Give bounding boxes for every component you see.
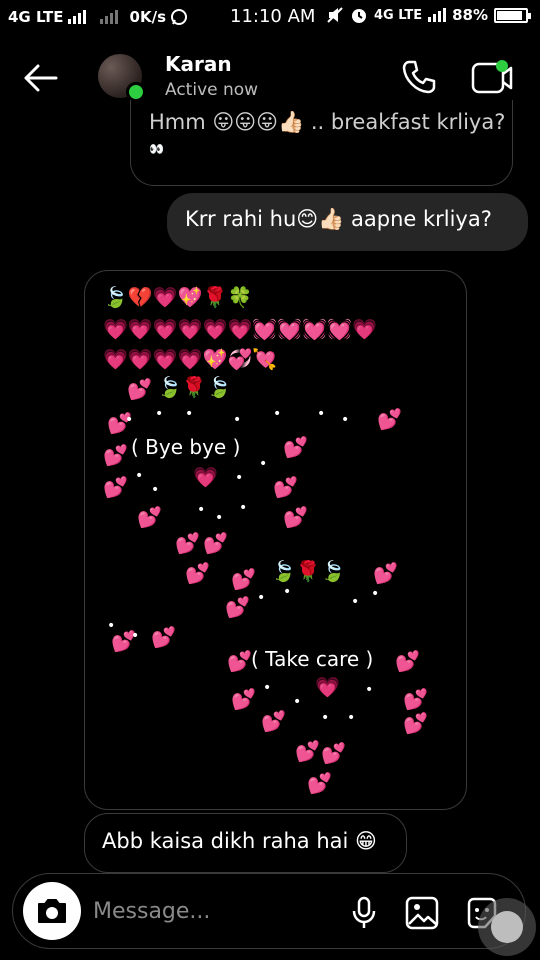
art-heart-21: 💕 <box>261 709 286 733</box>
art-heart-22: 💕 <box>403 711 428 735</box>
art-dot-7: • <box>135 468 144 484</box>
art-center-heart-0: 💗 <box>193 465 218 489</box>
art-dot-15: • <box>283 584 292 600</box>
art-dot-20: • <box>263 680 272 696</box>
art-heart-14: 💕 <box>373 561 398 585</box>
art-take-care-text: ( Take care ) <box>251 647 374 671</box>
art-dot-5: • <box>317 406 326 422</box>
phone-icon[interactable] <box>400 58 438 96</box>
art-dot-12: • <box>215 510 224 526</box>
contact-name[interactable]: Karan <box>165 52 232 76</box>
art-heart-7: 💕 <box>137 505 162 529</box>
art-dot-11: • <box>197 502 206 518</box>
art-dot-19: • <box>131 628 140 644</box>
art-dot-8: • <box>151 482 160 498</box>
art-dot-2: • <box>185 406 194 422</box>
status-bar: 4G LTE 0K/s 11:10 AM 4G LTE 88% <box>0 0 540 34</box>
art-dot-10: • <box>259 456 268 472</box>
whatsapp-icon <box>171 9 187 25</box>
art-heart-24: 💕 <box>321 741 346 765</box>
art-heart-2: 💕 <box>377 407 402 431</box>
art-heart-16: 💕 <box>151 625 176 649</box>
back-arrow-icon[interactable] <box>20 58 60 98</box>
online-indicator <box>126 82 146 102</box>
art-dot-4: • <box>273 406 282 422</box>
message-incoming[interactable]: Hmm 😛😛😛👍🏻 .. breakfast krliya? 👀 <box>130 100 513 186</box>
message-incoming[interactable]: Abb kaisa dikh raha hai 😁 <box>84 813 407 873</box>
art-dot-0: • <box>125 412 134 428</box>
message-outgoing[interactable]: Krr rahi hu😊👍🏻 aapne krliya? <box>167 193 528 251</box>
art-dot-24: • <box>347 710 356 726</box>
art-heart-12: 💕 <box>231 567 256 591</box>
art-heart-10: 💕 <box>203 531 228 555</box>
alarm-icon <box>351 9 366 23</box>
art-heart-23: 💕 <box>295 739 320 763</box>
art-dot-18: • <box>107 618 116 634</box>
art-heart-13: 💕 <box>225 595 250 619</box>
message-incoming-art[interactable]: 🍃💔💗💖🌹🍀 💗💗💗💗💗💗💓💓💓💓💗 💗💗💗💗💖💞💘 🍃🌹🍃 ( Bye bye… <box>84 270 467 810</box>
camera-button[interactable] <box>23 882 81 940</box>
art-heart-5: 💕 <box>103 475 128 499</box>
art-row-b: 🍃🌹🍃 <box>271 559 346 583</box>
art-dot-16: • <box>351 594 360 610</box>
art-dot-6: • <box>341 412 350 428</box>
art-heart-25: 💕 <box>307 771 332 795</box>
art-dot-17: • <box>371 586 380 602</box>
art-heart-11: 💕 <box>185 561 210 585</box>
clock: 11:10 AM <box>230 6 316 27</box>
contact-status: Active now <box>165 80 259 100</box>
battery-percent: 88% <box>452 6 488 24</box>
message-text-emoji: 👀 <box>149 142 164 156</box>
art-heart-18: 💕 <box>395 649 420 673</box>
mute-icon <box>327 7 343 23</box>
art-row-4: 🍃🌹🍃 <box>157 375 232 399</box>
art-dot-9: • <box>235 470 244 486</box>
art-row-3: 💗💗💗💗💖💞💘 <box>103 347 278 371</box>
gallery-icon[interactable] <box>405 896 439 930</box>
art-heart-4: 💕 <box>283 435 308 459</box>
art-heart-6: 💕 <box>273 475 298 499</box>
network-type-right: 4G LTE <box>373 7 423 23</box>
camera-icon <box>38 899 66 923</box>
network-type-left: 4G LTE <box>8 8 64 26</box>
message-text: Hmm 😛😛😛👍🏻 .. breakfast krliya? <box>149 110 506 134</box>
art-heart-8: 💕 <box>283 505 308 529</box>
message-input[interactable] <box>91 892 335 930</box>
art-heart-20: 💕 <box>403 687 428 711</box>
signal-secondary-icon <box>99 10 118 24</box>
art-heart-19: 💕 <box>231 687 256 711</box>
assistive-touch-button[interactable] <box>478 898 536 956</box>
network-speed: 0K/s <box>129 8 166 26</box>
microphone-icon[interactable] <box>349 896 379 930</box>
art-row-1: 🍃💔💗💖🌹🍀 <box>103 285 253 309</box>
art-bye-text: ( Bye bye ) <box>131 435 241 459</box>
battery-icon <box>494 7 531 23</box>
video-call-icon[interactable] <box>470 58 514 96</box>
art-heart-9: 💕 <box>175 531 200 555</box>
art-dot-22: • <box>365 682 374 698</box>
message-text: Abb kaisa dikh raha hai 😁 <box>102 829 377 853</box>
message-text: Krr rahi hu😊👍🏻 aapne krliya? <box>185 207 492 231</box>
art-dot-1: • <box>155 406 164 422</box>
message-composer <box>12 873 526 949</box>
signal-right-icon <box>428 8 447 22</box>
art-dot-3: • <box>233 412 242 428</box>
art-dot-21: • <box>293 694 302 710</box>
art-dot-14: • <box>257 590 266 606</box>
art-row-2: 💗💗💗💗💗💗💓💓💓💓💗 <box>103 317 377 341</box>
art-heart-0: 💕 <box>127 377 152 401</box>
art-center-heart-1: 💗 <box>315 675 340 699</box>
art-heart-3: 💕 <box>103 443 128 467</box>
signal-icon <box>67 10 86 24</box>
art-heart-17: 💕 <box>227 649 252 673</box>
art-dot-23: • <box>321 710 330 726</box>
art-dot-13: • <box>239 500 248 516</box>
